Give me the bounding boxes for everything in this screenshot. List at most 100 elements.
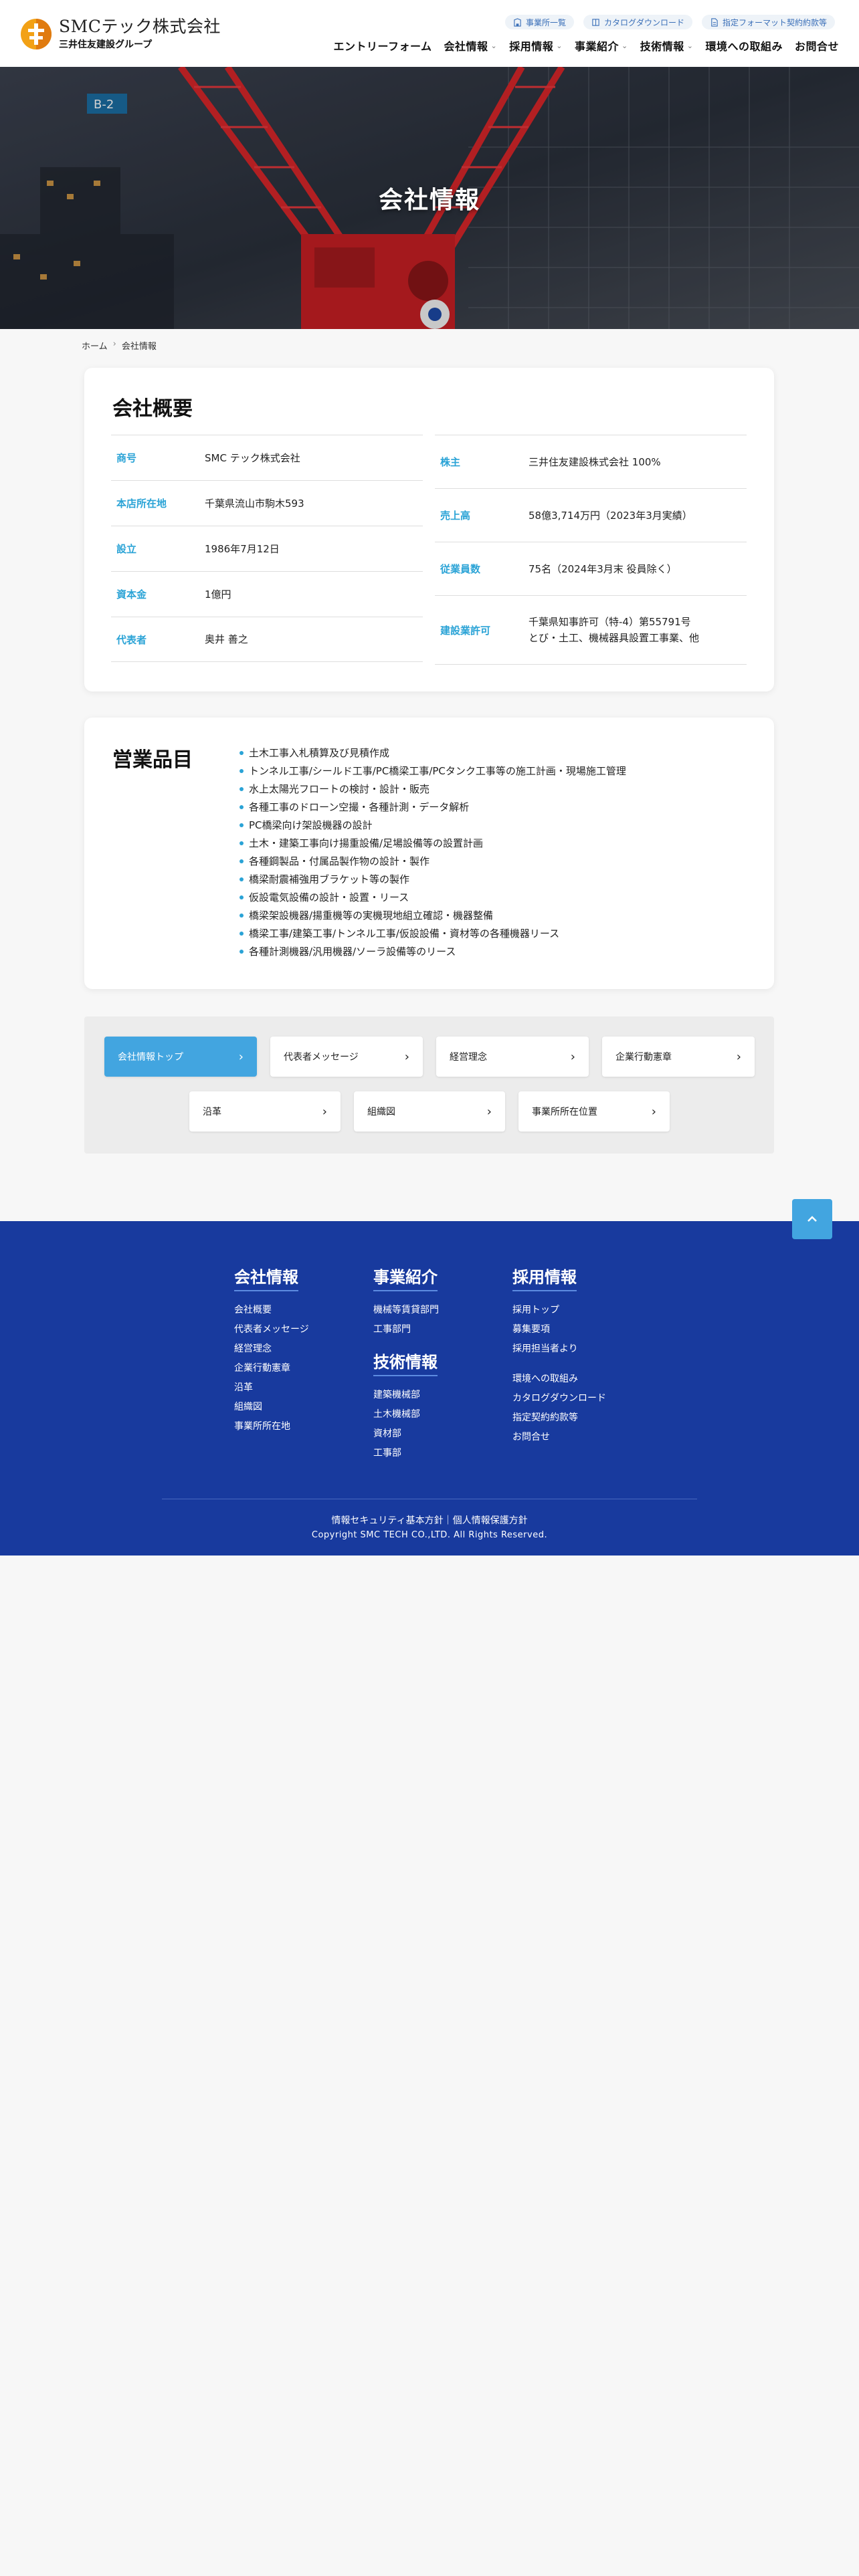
footer-link[interactable]: 工事部門 [373,1320,439,1339]
table-row: 売上高 58億3,714万円（2023年3月実績） [435,488,747,542]
hero-banner: B-2 会社情報 [0,67,859,329]
footer-link[interactable]: 土木機械部 [373,1405,439,1424]
subnav-label: 事業所所在位置 [532,1107,597,1117]
subnav-company-top[interactable]: 会社情報トップ › [104,1037,257,1077]
footer-link[interactable]: カタログダウンロード [512,1389,606,1408]
subnav-philosophy[interactable]: 経営理念 › [436,1037,589,1077]
row-label: 商号 [116,452,137,464]
list-item: 橋梁工事/建築工事/トンネル工事/仮設設備・資材等の各種機器リース [238,925,626,943]
chevron-right-icon: › [322,1104,327,1119]
footer-link[interactable]: 代表者メッセージ [234,1320,309,1339]
footer-link[interactable]: 工事部 [373,1444,439,1463]
footer-link[interactable]: 募集要項 [512,1320,606,1339]
row-value: 千葉県流山市駒木593 [205,497,304,510]
chevron-right-icon: › [570,1049,575,1064]
list-item: PC橋梁向け架設機器の設計 [238,817,626,835]
footer-link[interactable]: 事業所所在地 [234,1417,309,1436]
footer-link[interactable]: 採用担当者より [512,1339,606,1359]
footer-heading[interactable]: 採用情報 [512,1264,577,1291]
site-header: SMCテック株式会社 三井住友建設グループ 事業所一覧 カタログダウンロード 指… [0,0,859,67]
footer-link[interactable]: 採用トップ [512,1301,606,1320]
row-label: 建設業許可 [440,624,491,637]
util-link-offices[interactable]: 事業所一覧 [504,15,574,29]
row-label: 設立 [116,543,137,555]
list-item: 橋梁架設機器/揚重機等の実機現地組立確認・機器整備 [238,907,626,925]
nav-label: 採用情報 [509,40,554,53]
footer-link[interactable]: 建築機械部 [373,1386,439,1405]
footer-link[interactable]: 機械等賃貸部門 [373,1301,439,1320]
list-item: トンネル工事/シールド工事/PC橋梁工事/PCタンク工事等の施工計画・現場施工管… [238,762,626,780]
nav-environment[interactable]: 環境への取組み [705,37,783,53]
nav-contact[interactable]: お問合せ [795,37,839,53]
list-item: 土木工事入札積算及び見積作成 [238,744,626,762]
subnav-offices[interactable]: 事業所所在位置 › [518,1091,670,1132]
chevron-right-icon: › [486,1104,492,1119]
subnav-history[interactable]: 沿革 › [189,1091,341,1132]
subnav-message[interactable]: 代表者メッセージ › [270,1037,423,1077]
util-link-label: カタログダウンロード [603,17,684,27]
nav-recruit[interactable]: 採用情報 ⌄ [509,37,563,53]
hero-title: 会社情報 [378,187,480,214]
breadcrumb-home[interactable]: ホーム [82,339,108,352]
overview-right-table: 株主 三井住友建設株式会社 100% 売上高 58億3,714万円（2023年3… [435,435,747,665]
nav-label: エントリーフォーム [333,40,432,53]
company-subnav: 会社情報トップ › 代表者メッセージ › 経営理念 › 企業行動憲章 › 沿革 › 組織図… [84,1016,774,1154]
nav-label: 事業紹介 [575,40,619,53]
footer-link[interactable]: 指定契約約款等 [512,1408,606,1428]
footer-link[interactable]: 環境への取組み [512,1370,606,1389]
breadcrumb-current: 会社情報 [121,342,157,352]
subnav-label: 代表者メッセージ [284,1052,359,1063]
footer-heading[interactable]: 技術情報 [373,1349,438,1376]
footer-heading[interactable]: 会社情報 [234,1264,298,1291]
overview-left-table: 商号 SMC テック株式会社 本店所在地 千葉県流山市駒木593 設立 1986… [111,435,423,662]
items-title: 営業品目 [112,748,193,772]
nav-company[interactable]: 会社情報 ⌄ [444,37,498,53]
nav-entry-form[interactable]: エントリーフォーム [333,37,432,53]
nav-technology[interactable]: 技術情報 ⌄ [640,37,694,53]
nav-label: 技術情報 [640,40,684,53]
table-row: 資本金 1億円 [111,571,423,617]
footer-link[interactable]: 企業行動憲章 [234,1359,309,1378]
breadcrumb: ホーム › 会社情報 [82,339,157,352]
footer-link[interactable]: 会社概要 [234,1301,309,1320]
overview-title: 会社概要 [112,397,193,421]
subnav-label: 会社情報トップ [118,1052,183,1063]
chevron-down-icon: ⌄ [490,41,498,50]
util-link-contract-format[interactable]: 指定フォーマット契約約款等 [701,15,835,29]
util-link-label: 事業所一覧 [525,17,566,27]
logo[interactable]: SMCテック株式会社 三井住友建設グループ [20,17,221,51]
footer-link[interactable]: お問合せ [512,1428,606,1447]
footer-legal-links[interactable]: 情報セキュリティ基本方針｜個人情報保護方針 [0,1513,859,1527]
business-items-card: 営業品目 土木工事入札積算及び見積作成 トンネル工事/シールド工事/PC橋梁工事… [84,718,774,989]
row-label: 売上高 [440,510,471,522]
row-label: 資本金 [116,588,147,601]
license-types: とび・土工、機械器具設置工事業、他 [529,632,700,644]
footer-link[interactable]: 経営理念 [234,1339,309,1359]
table-row: 建設業許可 千葉県知事許可（特-4）第55791号 とび・土工、機械器具設置工事… [435,595,747,665]
subnav-organization[interactable]: 組織図 › [354,1091,505,1132]
row-value: 1億円 [205,588,231,601]
table-row: 代表者 奥井 善之 [111,617,423,662]
table-row: 商号 SMC テック株式会社 [111,435,423,480]
company-overview-card: 会社概要 商号 SMC テック株式会社 本店所在地 千葉県流山市駒木593 設立… [84,368,774,691]
footer-col-recruit: 採用情報 採用トップ 募集要項 採用担当者より 環境への取組み カタログダウンロ… [512,1264,606,1447]
chevron-right-icon: › [112,339,116,349]
table-row: 株主 三井住友建設株式会社 100% [435,435,747,488]
row-label: 代表者 [116,633,147,646]
footer-link[interactable]: 組織図 [234,1398,309,1417]
list-item: 仮設電気設備の設計・設置・リース [238,889,626,907]
nav-business[interactable]: 事業紹介 ⌄ [575,37,628,53]
subnav-label: 沿革 [203,1107,221,1117]
main-nav: エントリーフォーム 会社情報 ⌄ 採用情報 ⌄ 事業紹介 ⌄ 技術情報 ⌄ 環境への取組… [333,37,839,53]
util-link-catalog[interactable]: カタログダウンロード [583,15,692,29]
row-label: 株主 [440,456,461,468]
footer-link[interactable]: 資材部 [373,1424,439,1444]
logo-mark-icon [20,18,52,50]
footer-link[interactable]: 沿革 [234,1378,309,1398]
footer-heading[interactable]: 事業紹介 [373,1264,438,1291]
page-top-button[interactable] [792,1199,832,1239]
row-value: 75名（2024年3月末 役員除く） [529,562,677,575]
chevron-right-icon: › [736,1049,741,1064]
subnav-charter[interactable]: 企業行動憲章 › [602,1037,755,1077]
chevron-down-icon: ⌄ [686,41,694,50]
